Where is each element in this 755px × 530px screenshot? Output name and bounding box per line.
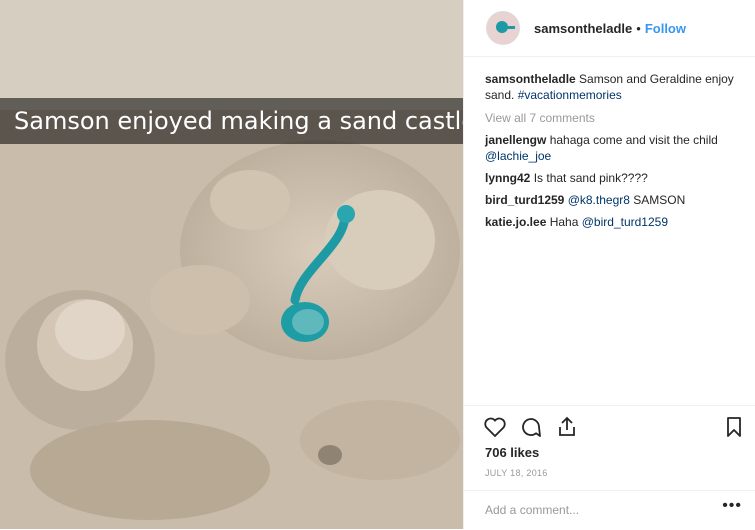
comment-item: lynng42 Is that sand pink???? <box>485 170 745 186</box>
comment-item: bird_turd1259 @k8.thegr8 SAMSON <box>485 192 745 208</box>
avatar-ladle-handle <box>505 26 515 29</box>
comment-item: katie.jo.lee Haha @bird_turd1259 <box>485 214 745 230</box>
post-header: samsontheladle • Follow <box>464 0 755 57</box>
follow-button[interactable]: Follow <box>645 21 686 36</box>
caption-username[interactable]: samsontheladle <box>485 72 576 86</box>
comment-mention[interactable]: @lachie_joe <box>485 149 551 163</box>
avatar[interactable] <box>486 11 520 45</box>
comment-text: Haha <box>549 215 579 229</box>
comment-text: SAMSON <box>633 193 686 207</box>
header-username[interactable]: samsontheladle <box>534 21 632 36</box>
view-all-comments-link[interactable]: View all 7 comments <box>485 110 755 126</box>
overlay-caption-bar: Samson enjoyed making a sand castle. <box>0 98 463 144</box>
bookmark-icon[interactable] <box>722 415 746 439</box>
sand-photo-image <box>0 0 463 529</box>
comment-text: Is that sand pink???? <box>533 171 648 185</box>
comment-mention[interactable]: @k8.thegr8 <box>568 193 630 207</box>
comment-mention[interactable]: @bird_turd1259 <box>582 215 668 229</box>
overlay-caption: Samson enjoyed making a sand castle. <box>14 107 463 135</box>
comment-text: hahaga come and visit the child <box>549 133 718 147</box>
comments-section: samsontheladle Samson and Geraldine enjo… <box>464 57 755 230</box>
comment-username[interactable]: katie.jo.lee <box>485 215 546 229</box>
action-bar <box>464 405 755 448</box>
instagram-post: Samson enjoyed making a sand castle. sam… <box>0 0 755 529</box>
post-date[interactable]: JULY 18, 2016 <box>485 468 548 478</box>
share-icon[interactable] <box>555 415 579 439</box>
post-caption: samsontheladle Samson and Geraldine enjo… <box>485 71 743 103</box>
caption-hashtag[interactable]: #vacationmemories <box>518 88 622 102</box>
more-options-button[interactable]: ••• <box>722 497 742 515</box>
comment-icon[interactable] <box>519 415 543 439</box>
comment-username[interactable]: lynng42 <box>485 171 530 185</box>
comment-item: janellengw hahaga come and visit the chi… <box>485 132 745 164</box>
action-icons <box>464 406 755 448</box>
post-photo[interactable]: Samson enjoyed making a sand castle. <box>0 0 463 529</box>
post-sidebar: samsontheladle • Follow samsontheladle S… <box>463 0 755 529</box>
comment-username[interactable]: janellengw <box>485 133 546 147</box>
add-comment-input[interactable]: Add a comment... <box>485 503 579 517</box>
comment-username[interactable]: bird_turd1259 <box>485 193 564 207</box>
heart-icon[interactable] <box>483 415 507 439</box>
likes-count[interactable]: 706 likes <box>485 445 539 460</box>
separator-dot: • <box>636 20 641 36</box>
add-comment-bar: Add a comment... ••• <box>464 490 755 530</box>
